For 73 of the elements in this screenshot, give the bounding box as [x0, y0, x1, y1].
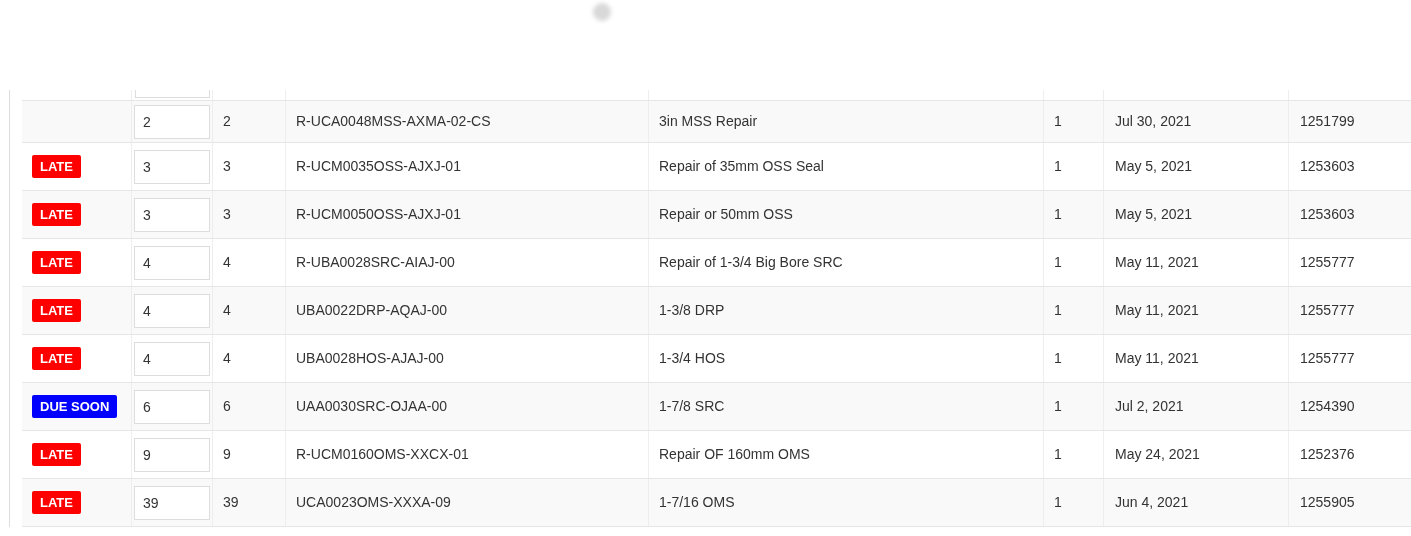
table-cell-text: 1252376: [1300, 445, 1355, 464]
table-cell-text: 1255905: [1300, 493, 1355, 512]
table-cell-text: R-UCM0050OSS-AJXJ-01: [296, 205, 461, 224]
status-badge: LATE: [32, 154, 81, 179]
quantity-input[interactable]: 3: [134, 149, 210, 184]
table-cell-text: Jul 2, 2021: [1115, 397, 1184, 416]
table-cell-text: 1: [1054, 157, 1062, 176]
table-cell-text: Repair OF 160mm OMS: [659, 445, 810, 464]
quantity-input[interactable]: 9: [134, 437, 210, 472]
table-cell-text: 39: [223, 493, 239, 512]
quantity-input[interactable]: 4: [134, 245, 210, 280]
table-cell-text: 4: [223, 253, 231, 272]
input-field[interactable]: [135, 90, 210, 98]
table-cell-text: 1-3/4 HOS: [659, 349, 726, 368]
quantity-input[interactable]: 4: [134, 293, 210, 328]
table-cell-text: Jul 30, 2021: [1115, 112, 1192, 131]
table-cell-text: UBA0022DRP-AQAJ-00: [296, 301, 447, 320]
table-cell-text: 3: [223, 157, 231, 176]
table-cell-text: 1: [1054, 349, 1062, 368]
table-cell-text: May 5, 2021: [1115, 205, 1193, 224]
table-cell-text: Repair of 35mm OSS Seal: [659, 157, 824, 176]
status-badge: DUE SOON: [32, 394, 118, 419]
table-cell-text: 1: [1054, 112, 1062, 131]
table-cell-text: 1255777: [1300, 253, 1355, 272]
table-cell-text: 1-7/16 OMS: [659, 493, 735, 512]
table-cell-text: 1255777: [1300, 349, 1355, 368]
table-cell-text: May 5, 2021: [1115, 157, 1193, 176]
table-cell-text: 1: [1054, 205, 1062, 224]
table-cell-text: 1: [1054, 253, 1062, 272]
table-cell-text: 4: [223, 301, 231, 320]
quantity-input[interactable]: 3: [134, 197, 210, 232]
table-cell-text: Jun 4, 2021: [1115, 493, 1189, 512]
table-cell-text: R-UCM0160OMS-XXCX-01: [296, 445, 469, 464]
table-cell-text: 6: [223, 397, 231, 416]
table-cell-text: R-UCA0048MSS-AXMA-02-CS: [296, 112, 491, 131]
status-badge: LATE: [32, 202, 81, 227]
table-cell-text: 1: [1054, 397, 1062, 416]
table-cell-text: 1253603: [1300, 205, 1355, 224]
table-cell-text: Repair or 50mm OSS: [659, 205, 793, 224]
table-cell-text: May 11, 2021: [1115, 349, 1199, 368]
table-cell-text: 4: [223, 349, 231, 368]
quantity-input[interactable]: 2: [134, 104, 210, 139]
table-cell-text: 1255777: [1300, 301, 1355, 320]
table-cell-text: 3: [223, 205, 231, 224]
loading-spinner-icon: [593, 3, 611, 21]
quantity-input[interactable]: 39: [134, 485, 210, 520]
table-cell-text: 3in MSS Repair: [659, 112, 758, 131]
quantity-input[interactable]: 6: [134, 389, 210, 424]
table-cell-text: 1: [1054, 493, 1062, 512]
table-cell-text: R-UBA0028SRC-AIAJ-00: [296, 253, 455, 272]
table-cell-text: 1: [1054, 301, 1062, 320]
table-cell-text: UAA0030SRC-OJAA-00: [296, 397, 447, 416]
table-cell-text: 2: [223, 112, 231, 131]
table-cell-text: May 11, 2021: [1115, 253, 1199, 272]
quantity-input[interactable]: 4: [134, 341, 210, 376]
table-cell-text: 9: [223, 445, 231, 464]
table-cell-text: May 24, 2021: [1115, 445, 1200, 464]
table-cell-text: 1-7/8 SRC: [659, 397, 725, 416]
table-cell-text: 1254390: [1300, 397, 1355, 416]
status-badge: LATE: [32, 442, 81, 467]
table-cell-text: UCA0023OMS-XXXA-09: [296, 493, 451, 512]
table-cell-text: R-UCM0035OSS-AJXJ-01: [296, 157, 461, 176]
table-cell-text: 1-3/8 DRP: [659, 301, 725, 320]
status-badge: LATE: [32, 250, 81, 275]
table-cell-text: 1: [1054, 445, 1062, 464]
status-badge: LATE: [32, 298, 81, 323]
status-badge: LATE: [32, 490, 81, 515]
table-cell-text: May 11, 2021: [1115, 301, 1199, 320]
table-cell-text: 1251799: [1300, 112, 1355, 131]
table-cell-text: Repair of 1-3/4 Big Bore SRC: [659, 253, 843, 272]
status-badge: LATE: [32, 346, 81, 371]
table-cell-text: UBA0028HOS-AJAJ-00: [296, 349, 444, 368]
table-cell-text: 1253603: [1300, 157, 1355, 176]
